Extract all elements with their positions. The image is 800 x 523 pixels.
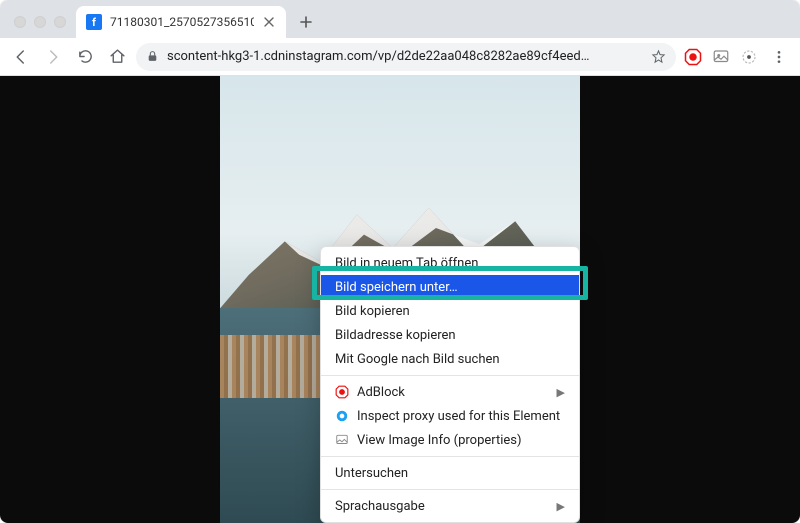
context-item-label: View Image Info (properties) bbox=[357, 433, 522, 448]
context-separator bbox=[321, 489, 579, 490]
context-item-label: Bild in neuem Tab öffnen bbox=[335, 256, 478, 271]
proxy-icon bbox=[335, 409, 349, 423]
context-item-label: Mit Google nach Bild suchen bbox=[335, 352, 500, 367]
home-button[interactable] bbox=[104, 44, 130, 70]
tab-bar: f 71180301_2570527356510530 bbox=[0, 0, 800, 38]
window-zoom-button[interactable] bbox=[54, 16, 66, 28]
facebook-favicon-icon: f bbox=[86, 14, 102, 30]
context-inspect[interactable]: Untersuchen bbox=[321, 461, 579, 485]
context-item-label: Bild speichern unter… bbox=[335, 280, 458, 295]
image-info-extension-icon[interactable] bbox=[710, 46, 732, 68]
url-text: scontent-hkg3-1.cdninstagram.com/vp/d2de… bbox=[167, 49, 643, 64]
submenu-arrow-icon: ▶ bbox=[557, 500, 565, 513]
forward-button[interactable] bbox=[40, 44, 66, 70]
adblock-icon bbox=[335, 385, 349, 399]
context-copy-image-address[interactable]: Bildadresse kopieren bbox=[321, 323, 579, 347]
adblock-extension-icon[interactable] bbox=[682, 46, 704, 68]
context-menu: Bild in neuem Tab öffnen Bild speichern … bbox=[320, 246, 580, 523]
browser-window: f 71180301_2570527356510530 scontent-hk bbox=[0, 0, 800, 523]
submenu-arrow-icon: ▶ bbox=[557, 386, 565, 399]
context-item-label: Inspect proxy used for this Element bbox=[357, 409, 560, 424]
context-item-label: AdBlock bbox=[357, 385, 405, 400]
context-item-label: Bildadresse kopieren bbox=[335, 328, 456, 343]
context-inspect-proxy[interactable]: Inspect proxy used for this Element bbox=[321, 404, 579, 428]
address-bar[interactable]: scontent-hkg3-1.cdninstagram.com/vp/d2de… bbox=[136, 43, 676, 71]
lock-icon bbox=[146, 50, 159, 63]
image-info-icon bbox=[335, 433, 349, 447]
window-minimize-button[interactable] bbox=[34, 16, 46, 28]
context-item-label: Bild kopieren bbox=[335, 304, 410, 319]
context-adblock[interactable]: AdBlock ▶ bbox=[321, 380, 579, 404]
toolbar: scontent-hkg3-1.cdninstagram.com/vp/d2de… bbox=[0, 38, 800, 76]
context-item-label: Untersuchen bbox=[335, 466, 408, 481]
bookmark-star-icon[interactable] bbox=[651, 49, 666, 64]
context-copy-image[interactable]: Bild kopieren bbox=[321, 299, 579, 323]
context-open-image-new-tab[interactable]: Bild in neuem Tab öffnen bbox=[321, 251, 579, 275]
context-separator bbox=[321, 456, 579, 457]
context-item-label: Sprachausgabe bbox=[335, 499, 425, 514]
context-view-image-info[interactable]: View Image Info (properties) bbox=[321, 428, 579, 452]
context-save-image-as[interactable]: Bild speichern unter… bbox=[321, 275, 579, 299]
browser-tab[interactable]: f 71180301_2570527356510530 bbox=[76, 6, 286, 38]
context-search-google-for-image[interactable]: Mit Google nach Bild suchen bbox=[321, 347, 579, 371]
reload-button[interactable] bbox=[72, 44, 98, 70]
window-close-button[interactable] bbox=[14, 16, 26, 28]
new-tab-button[interactable] bbox=[292, 8, 320, 36]
context-speech[interactable]: Sprachausgabe ▶ bbox=[321, 494, 579, 518]
content-area: Bild in neuem Tab öffnen Bild speichern … bbox=[0, 76, 800, 523]
context-separator bbox=[321, 375, 579, 376]
back-button[interactable] bbox=[8, 44, 34, 70]
tab-title: 71180301_2570527356510530 bbox=[110, 15, 254, 29]
close-tab-button[interactable] bbox=[262, 15, 276, 29]
window-controls bbox=[8, 16, 76, 38]
proxy-extension-icon[interactable] bbox=[738, 46, 760, 68]
browser-menu-button[interactable] bbox=[766, 44, 792, 70]
